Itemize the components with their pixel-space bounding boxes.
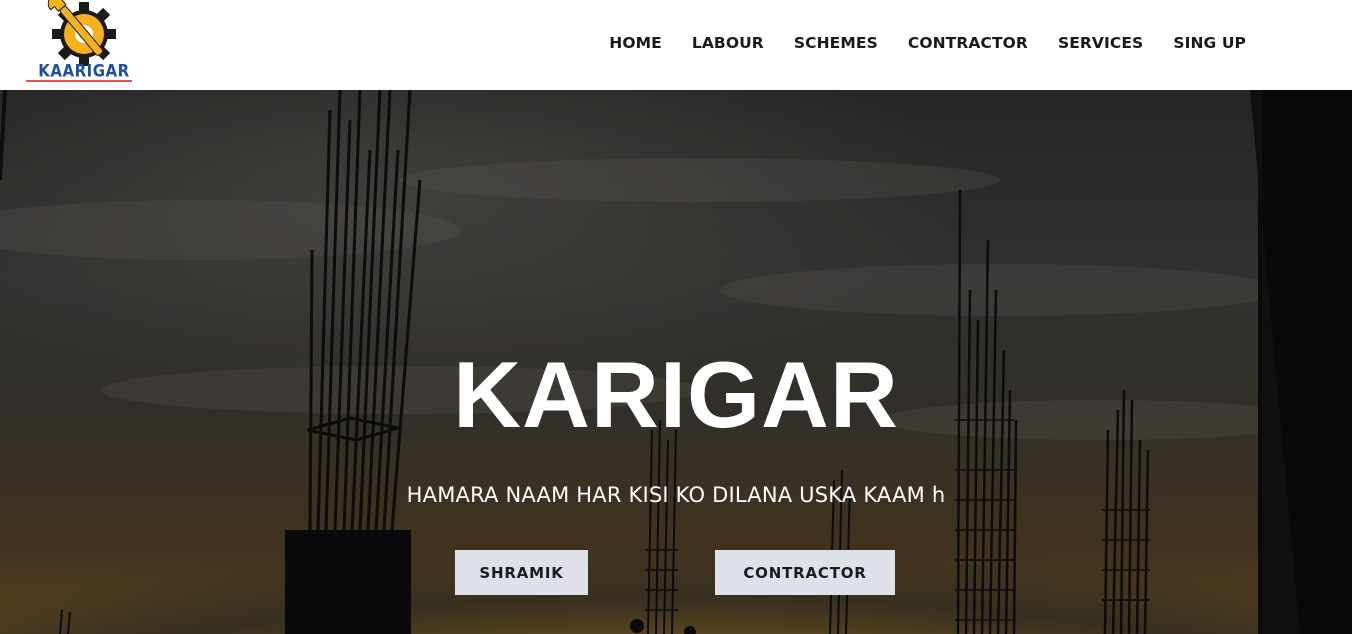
main-nav: HOME LABOUR SCHEMES CONTRACTOR SERVICES … [579, 34, 1246, 52]
shramik-button[interactable]: SHRAMIK [455, 550, 588, 595]
hero-title: KARIGAR [453, 342, 899, 447]
hero-subtitle: HAMARA NAAM HAR KISI KO DILANA USKA KAAM… [406, 483, 946, 507]
logo-underline [26, 80, 132, 82]
nav-sign-up[interactable]: SING UP [1173, 34, 1246, 52]
nav-schemes[interactable]: SCHEMES [794, 34, 878, 52]
nav-home[interactable]: HOME [609, 34, 662, 52]
gear-wrench-icon [47, 0, 116, 66]
nav-services[interactable]: SERVICES [1058, 34, 1143, 52]
nav-labour[interactable]: LABOUR [692, 34, 764, 52]
kaarigar-logo[interactable]: KAARIGAR [24, 0, 134, 86]
nav-contractor[interactable]: CONTRACTOR [908, 34, 1028, 52]
site-header: KAARIGAR HOME LABOUR SCHEMES CONTRACTOR … [0, 0, 1352, 90]
logo-text: KAARIGAR [38, 61, 130, 81]
hero-section: KARIGAR HAMARA NAAM HAR KISI KO DILANA U… [0, 90, 1352, 634]
contractor-button[interactable]: CONTRACTOR [715, 550, 895, 595]
